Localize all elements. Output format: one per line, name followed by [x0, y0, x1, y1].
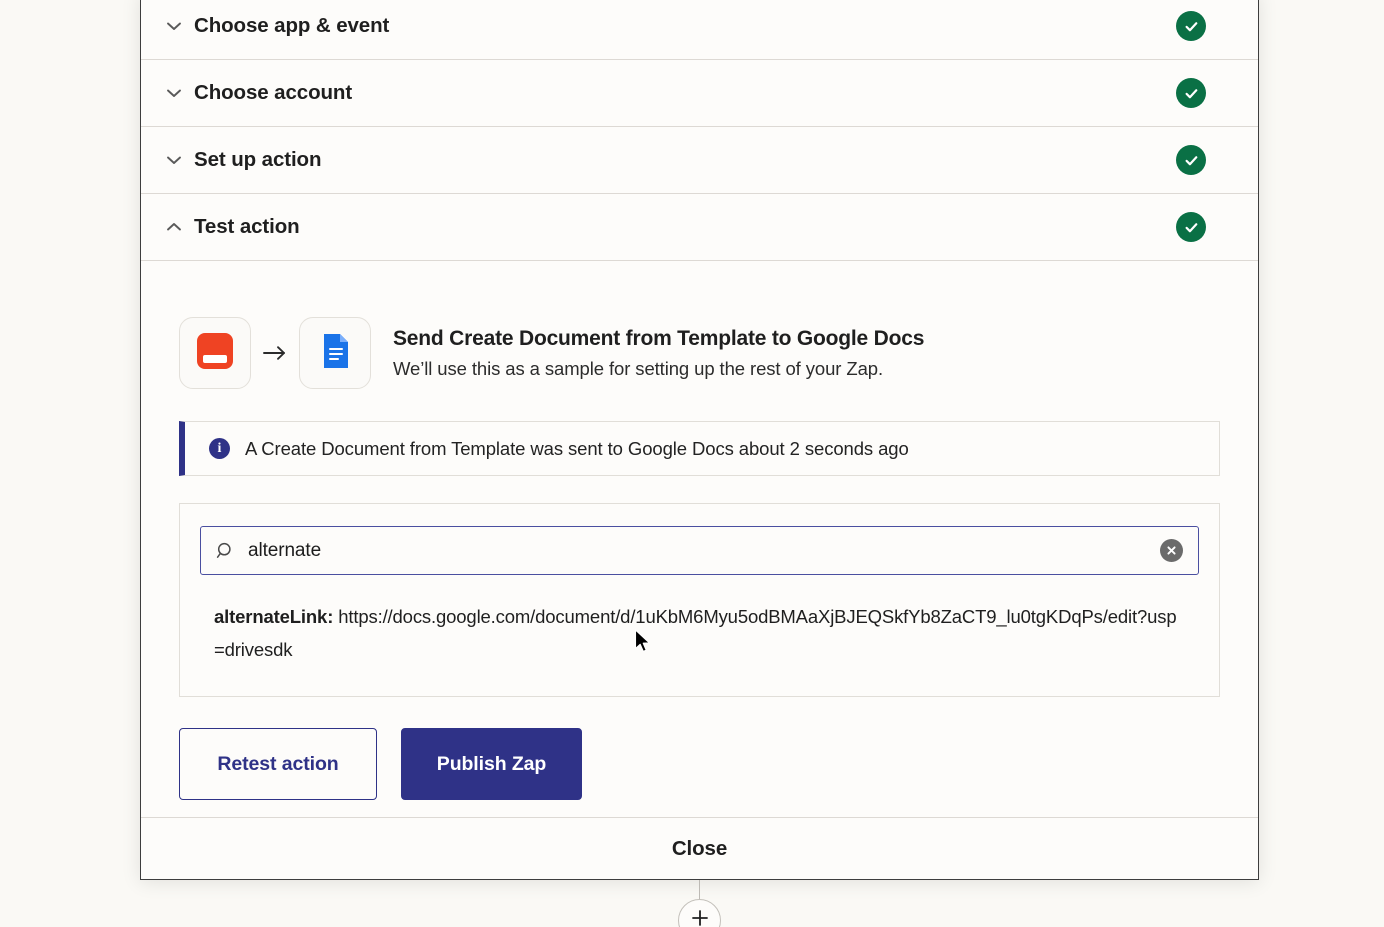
test-summary-title: Send Create Document from Template to Go… [393, 326, 925, 350]
source-app-tile [179, 317, 251, 389]
search-input[interactable]: alternate [248, 540, 1160, 562]
result-key: alternateLink: [214, 606, 334, 627]
search-field[interactable]: alternate [200, 526, 1199, 575]
step-row-choose-app-and-event[interactable]: Choose app & event [141, 0, 1258, 60]
callout-text: A Create Document from Template was sent… [245, 437, 909, 459]
test-result-card: alternate alternateLink: https://docs.go… [179, 503, 1220, 697]
step-row-test-action[interactable]: Test action [141, 194, 1258, 261]
google-docs-icon [314, 330, 356, 377]
chevron-up-icon[interactable] [161, 214, 187, 240]
clear-circle-icon[interactable] [1160, 539, 1183, 562]
status-badge-complete [1176, 145, 1206, 175]
step-label: Choose account [194, 81, 353, 104]
test-action-content: Send Create Document from Template to Go… [141, 261, 1258, 817]
test-result-callout: i A Create Document from Template was se… [179, 421, 1220, 476]
plus-icon [690, 908, 710, 927]
status-badge-complete [1176, 78, 1206, 108]
step-label: Test action [194, 215, 300, 238]
status-badge-complete [1176, 212, 1206, 242]
search-icon [215, 541, 235, 561]
close-button[interactable]: Close [141, 817, 1258, 879]
publish-zap-button[interactable]: Publish Zap [401, 728, 582, 800]
retest-action-button[interactable]: Retest action [179, 728, 377, 800]
result-value: https://docs.google.com/document/d/1uKbM… [214, 606, 1177, 660]
step-label: Choose app & event [194, 14, 390, 37]
zap-step-panel: Choose app & event Choose account Set up [140, 0, 1259, 880]
info-icon: i [209, 438, 230, 459]
result-row: alternateLink: https://docs.google.com/d… [200, 600, 1185, 666]
test-summary-subtitle: We’ll use this as a sample for setting u… [393, 357, 884, 379]
test-summary-header: Send Create Document from Template to Go… [179, 317, 1220, 389]
chevron-down-icon[interactable] [161, 80, 187, 106]
close-label: Close [671, 836, 728, 860]
chevron-down-icon[interactable] [161, 147, 187, 173]
zapier-app-icon [193, 329, 237, 378]
status-badge-complete [1176, 11, 1206, 41]
step-row-choose-account[interactable]: Choose account [141, 60, 1258, 127]
arrow-right-icon [251, 343, 299, 363]
action-button-group: Retest action Publish Zap [179, 728, 1220, 800]
step-label: Set up action [194, 148, 322, 171]
chevron-down-icon[interactable] [161, 13, 187, 39]
target-app-tile [299, 317, 371, 389]
test-summary-text: Send Create Document from Template to Go… [393, 327, 924, 380]
step-row-set-up-action[interactable]: Set up action [141, 127, 1258, 194]
